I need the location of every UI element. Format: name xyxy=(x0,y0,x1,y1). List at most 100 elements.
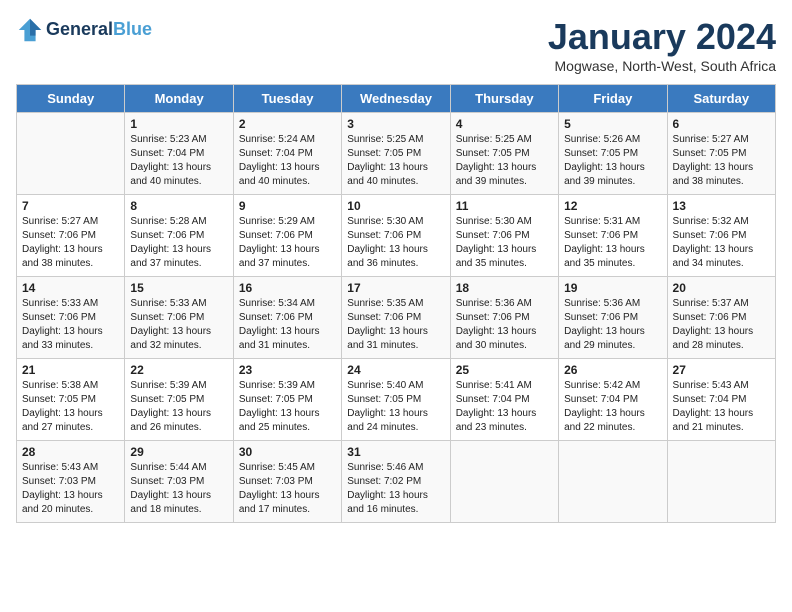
day-cell: 17Sunrise: 5:35 AM Sunset: 7:06 PM Dayli… xyxy=(342,277,450,359)
day-cell: 21 Sunrise: 5:38 AM Sunset: 7:05 PM Dayli… xyxy=(17,359,125,441)
day-number: 1 xyxy=(130,117,227,131)
day-number: 29 xyxy=(130,445,227,459)
day-cell: 31 Sunrise: 5:46 AM Sunset: 7:02 PM Dayli… xyxy=(342,441,450,523)
location: Mogwase, North-West, South Africa xyxy=(548,58,776,74)
day-info: Sunrise: 5:26 AM Sunset: 7:05 PM Dayligh… xyxy=(564,133,661,189)
day-number: 31 xyxy=(347,445,444,459)
day-cell: 1 Sunrise: 5:23 AM Sunset: 7:04 PM Daylig… xyxy=(125,113,233,195)
title-block: January 2024 Mogwase, North-West, South … xyxy=(548,16,776,74)
day-number: 5 xyxy=(564,117,661,131)
weekday-header-tuesday: Tuesday xyxy=(233,85,341,113)
day-cell: 4Sunrise: 5:25 AM Sunset: 7:05 PM Daylig… xyxy=(450,113,558,195)
week-row-5: 28 Sunrise: 5:43 AM Sunset: 7:03 PM Dayli… xyxy=(17,441,776,523)
day-number: 8 xyxy=(130,199,227,213)
day-cell: 11 Sunrise: 5:30 AM Sunset: 7:06 PM Dayli… xyxy=(450,195,558,277)
day-number: 20 xyxy=(673,281,770,295)
day-info: Sunrise: 5:41 AM Sunset: 7:04 PM Dayligh… xyxy=(456,379,553,435)
weekday-header-thursday: Thursday xyxy=(450,85,558,113)
day-cell: 20 Sunrise: 5:37 AM Sunset: 7:06 PM Dayli… xyxy=(667,277,775,359)
day-number: 15 xyxy=(130,281,227,295)
day-info: Sunrise: 5:33 AM Sunset: 7:06 PM Dayligh… xyxy=(130,297,227,353)
day-cell: 15 Sunrise: 5:33 AM Sunset: 7:06 PM Dayli… xyxy=(125,277,233,359)
day-number: 4 xyxy=(456,117,553,131)
day-cell: 28 Sunrise: 5:43 AM Sunset: 7:03 PM Dayli… xyxy=(17,441,125,523)
day-info: Sunrise: 5:31 AM Sunset: 7:06 PM Dayligh… xyxy=(564,215,661,271)
week-row-4: 21 Sunrise: 5:38 AM Sunset: 7:05 PM Dayli… xyxy=(17,359,776,441)
day-number: 17 xyxy=(347,281,444,295)
day-number: 9 xyxy=(239,199,336,213)
day-cell: 27 Sunrise: 5:43 AM Sunset: 7:04 PM Dayli… xyxy=(667,359,775,441)
weekday-header-monday: Monday xyxy=(125,85,233,113)
day-info: Sunrise: 5:28 AM Sunset: 7:06 PM Dayligh… xyxy=(130,215,227,271)
day-cell xyxy=(17,113,125,195)
day-info: Sunrise: 5:37 AM Sunset: 7:06 PM Dayligh… xyxy=(673,297,770,353)
day-number: 11 xyxy=(456,199,553,213)
day-info: Sunrise: 5:36 AM Sunset: 7:06 PM Dayligh… xyxy=(456,297,553,353)
day-info: Sunrise: 5:44 AM Sunset: 7:03 PM Dayligh… xyxy=(130,461,227,517)
day-info: Sunrise: 5:42 AM Sunset: 7:04 PM Dayligh… xyxy=(564,379,661,435)
day-cell: 29 Sunrise: 5:44 AM Sunset: 7:03 PM Dayli… xyxy=(125,441,233,523)
page-header: GeneralBlue January 2024 Mogwase, North-… xyxy=(16,16,776,74)
day-info: Sunrise: 5:30 AM Sunset: 7:06 PM Dayligh… xyxy=(347,215,444,271)
day-cell: 9Sunrise: 5:29 AM Sunset: 7:06 PM Daylig… xyxy=(233,195,341,277)
day-number: 2 xyxy=(239,117,336,131)
weekday-header-sunday: Sunday xyxy=(17,85,125,113)
day-cell xyxy=(559,441,667,523)
day-cell: 8 Sunrise: 5:28 AM Sunset: 7:06 PM Daylig… xyxy=(125,195,233,277)
day-number: 19 xyxy=(564,281,661,295)
logo: GeneralBlue xyxy=(16,16,152,44)
weekday-header-saturday: Saturday xyxy=(667,85,775,113)
day-info: Sunrise: 5:25 AM Sunset: 7:05 PM Dayligh… xyxy=(347,133,444,189)
day-number: 24 xyxy=(347,363,444,377)
day-number: 28 xyxy=(22,445,119,459)
day-info: Sunrise: 5:43 AM Sunset: 7:03 PM Dayligh… xyxy=(22,461,119,517)
day-info: Sunrise: 5:33 AM Sunset: 7:06 PM Dayligh… xyxy=(22,297,119,353)
day-cell: 14 Sunrise: 5:33 AM Sunset: 7:06 PM Dayli… xyxy=(17,277,125,359)
day-number: 21 xyxy=(22,363,119,377)
day-info: Sunrise: 5:36 AM Sunset: 7:06 PM Dayligh… xyxy=(564,297,661,353)
day-info: Sunrise: 5:32 AM Sunset: 7:06 PM Dayligh… xyxy=(673,215,770,271)
logo-text: GeneralBlue xyxy=(46,20,152,40)
day-info: Sunrise: 5:40 AM Sunset: 7:05 PM Dayligh… xyxy=(347,379,444,435)
week-row-1: 1 Sunrise: 5:23 AM Sunset: 7:04 PM Daylig… xyxy=(17,113,776,195)
day-info: Sunrise: 5:30 AM Sunset: 7:06 PM Dayligh… xyxy=(456,215,553,271)
day-number: 13 xyxy=(673,199,770,213)
day-info: Sunrise: 5:45 AM Sunset: 7:03 PM Dayligh… xyxy=(239,461,336,517)
day-info: Sunrise: 5:39 AM Sunset: 7:05 PM Dayligh… xyxy=(239,379,336,435)
day-info: Sunrise: 5:43 AM Sunset: 7:04 PM Dayligh… xyxy=(673,379,770,435)
day-number: 27 xyxy=(673,363,770,377)
weekday-header-wednesday: Wednesday xyxy=(342,85,450,113)
day-cell: 3Sunrise: 5:25 AM Sunset: 7:05 PM Daylig… xyxy=(342,113,450,195)
day-cell: 13 Sunrise: 5:32 AM Sunset: 7:06 PM Dayli… xyxy=(667,195,775,277)
calendar-table: SundayMondayTuesdayWednesdayThursdayFrid… xyxy=(16,84,776,523)
day-number: 18 xyxy=(456,281,553,295)
day-cell: 5 Sunrise: 5:26 AM Sunset: 7:05 PM Daylig… xyxy=(559,113,667,195)
day-cell: 23 Sunrise: 5:39 AM Sunset: 7:05 PM Dayli… xyxy=(233,359,341,441)
day-info: Sunrise: 5:23 AM Sunset: 7:04 PM Dayligh… xyxy=(130,133,227,189)
week-row-3: 14 Sunrise: 5:33 AM Sunset: 7:06 PM Dayli… xyxy=(17,277,776,359)
day-info: Sunrise: 5:27 AM Sunset: 7:06 PM Dayligh… xyxy=(22,215,119,271)
day-number: 22 xyxy=(130,363,227,377)
day-number: 7 xyxy=(22,199,119,213)
day-cell: 12 Sunrise: 5:31 AM Sunset: 7:06 PM Dayli… xyxy=(559,195,667,277)
weekday-header-row: SundayMondayTuesdayWednesdayThursdayFrid… xyxy=(17,85,776,113)
day-cell: 26Sunrise: 5:42 AM Sunset: 7:04 PM Dayli… xyxy=(559,359,667,441)
week-row-2: 7 Sunrise: 5:27 AM Sunset: 7:06 PM Daylig… xyxy=(17,195,776,277)
day-cell: 2 Sunrise: 5:24 AM Sunset: 7:04 PM Daylig… xyxy=(233,113,341,195)
day-number: 16 xyxy=(239,281,336,295)
day-info: Sunrise: 5:24 AM Sunset: 7:04 PM Dayligh… xyxy=(239,133,336,189)
day-cell xyxy=(450,441,558,523)
day-info: Sunrise: 5:46 AM Sunset: 7:02 PM Dayligh… xyxy=(347,461,444,517)
day-number: 25 xyxy=(456,363,553,377)
day-number: 12 xyxy=(564,199,661,213)
day-number: 23 xyxy=(239,363,336,377)
logo-icon xyxy=(16,16,44,44)
day-number: 6 xyxy=(673,117,770,131)
day-number: 30 xyxy=(239,445,336,459)
day-cell: 10Sunrise: 5:30 AM Sunset: 7:06 PM Dayli… xyxy=(342,195,450,277)
day-info: Sunrise: 5:38 AM Sunset: 7:05 PM Dayligh… xyxy=(22,379,119,435)
day-number: 14 xyxy=(22,281,119,295)
day-cell xyxy=(667,441,775,523)
day-cell: 25 Sunrise: 5:41 AM Sunset: 7:04 PM Dayli… xyxy=(450,359,558,441)
day-cell: 16Sunrise: 5:34 AM Sunset: 7:06 PM Dayli… xyxy=(233,277,341,359)
